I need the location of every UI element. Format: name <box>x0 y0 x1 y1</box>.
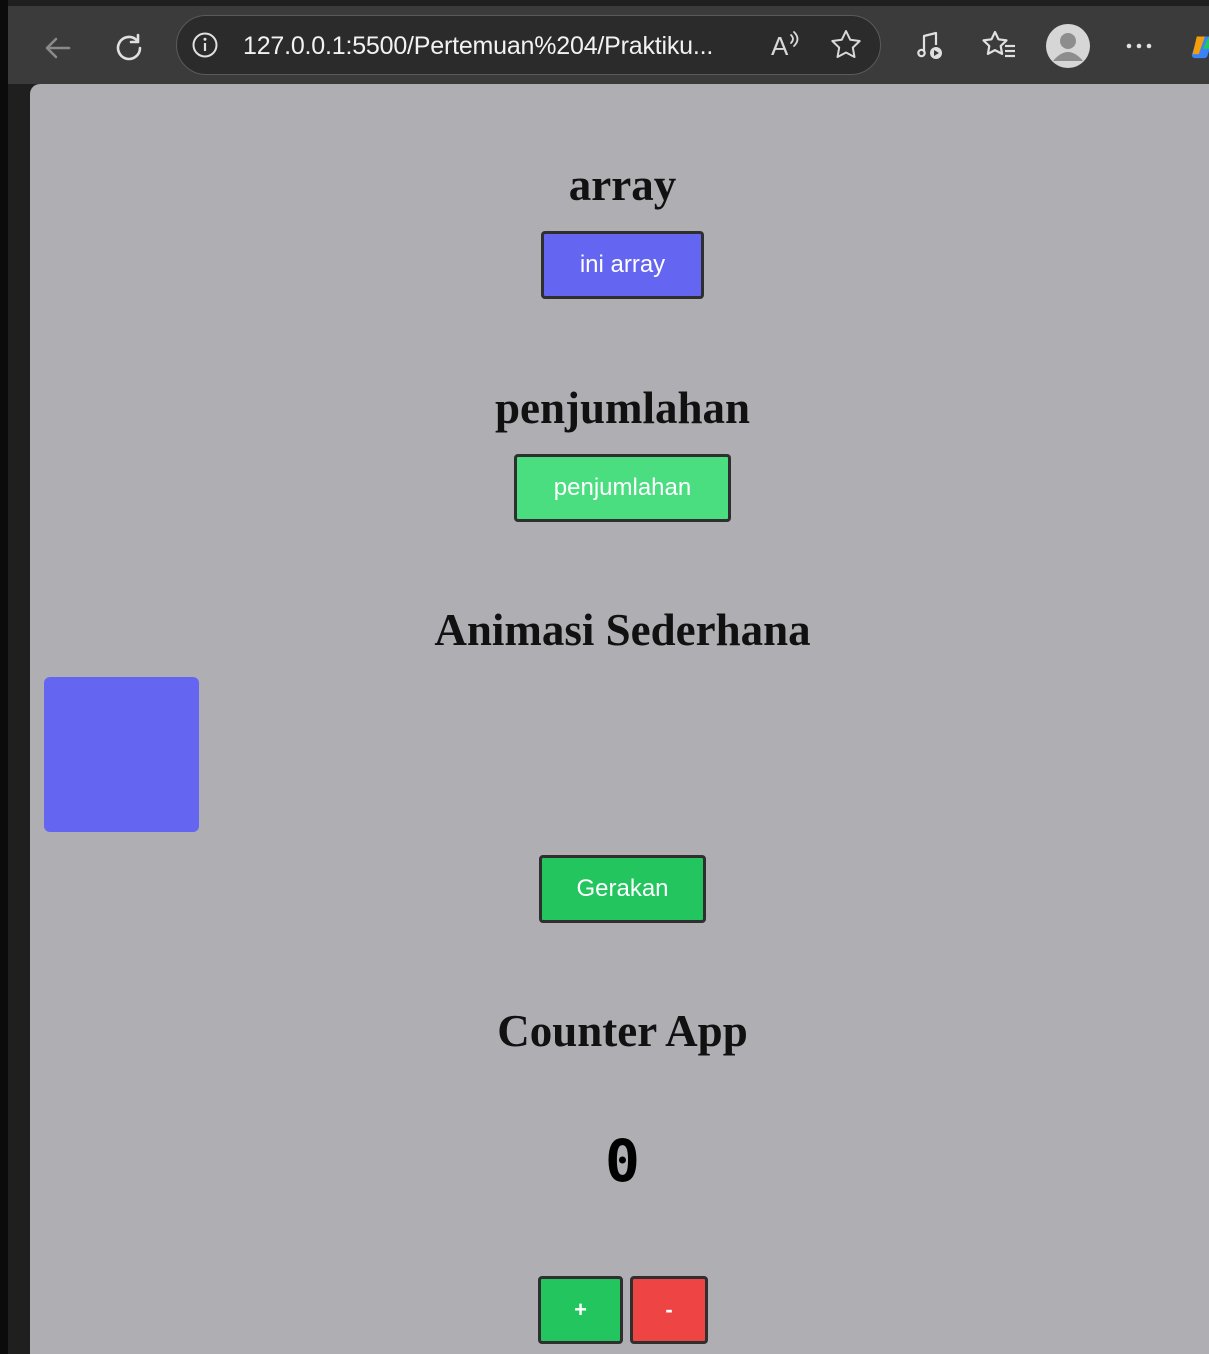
penjumlahan-title: penjumlahan <box>494 383 751 433</box>
browser-toolbar: 127.0.0.1:5500/Pertemuan%204/Praktiku...… <box>8 6 1209 84</box>
increment-button[interactable]: + <box>538 1276 623 1344</box>
reload-icon[interactable] <box>109 28 149 68</box>
counter-app-title: Counter App <box>497 1006 748 1056</box>
browser-window: 127.0.0.1:5500/Pertemuan%204/Praktiku...… <box>0 0 1209 1354</box>
more-options-icon[interactable] <box>1119 26 1159 66</box>
ini-array-button[interactable]: ini array <box>541 231 704 299</box>
url-text[interactable]: 127.0.0.1:5500/Pertemuan%204/Praktiku... <box>243 32 713 61</box>
penjumlahan-button[interactable]: penjumlahan <box>514 454 731 522</box>
page-content: array ini array penjumlahan penjumlahan … <box>30 84 1209 1354</box>
profile-avatar-icon[interactable] <box>1045 23 1091 69</box>
address-bar[interactable]: 127.0.0.1:5500/Pertemuan%204/Praktiku...… <box>176 15 881 75</box>
svg-text:A: A <box>771 31 789 61</box>
array-title: array <box>568 160 677 210</box>
copilot-icon[interactable] <box>1190 26 1209 66</box>
info-icon[interactable] <box>191 31 219 59</box>
back-arrow-icon[interactable] <box>38 28 78 68</box>
favorites-list-icon[interactable] <box>979 26 1019 66</box>
gerakan-button[interactable]: Gerakan <box>539 855 706 923</box>
window-edge <box>0 0 8 1354</box>
read-aloud-icon[interactable]: A <box>769 28 803 62</box>
decrement-button[interactable]: - <box>630 1276 708 1344</box>
counter-value: 0 <box>605 1127 640 1195</box>
star-icon[interactable] <box>829 28 863 62</box>
animated-box <box>44 677 199 832</box>
media-control-icon[interactable] <box>910 26 950 66</box>
animasi-title: Animasi Sederhana <box>434 605 811 655</box>
